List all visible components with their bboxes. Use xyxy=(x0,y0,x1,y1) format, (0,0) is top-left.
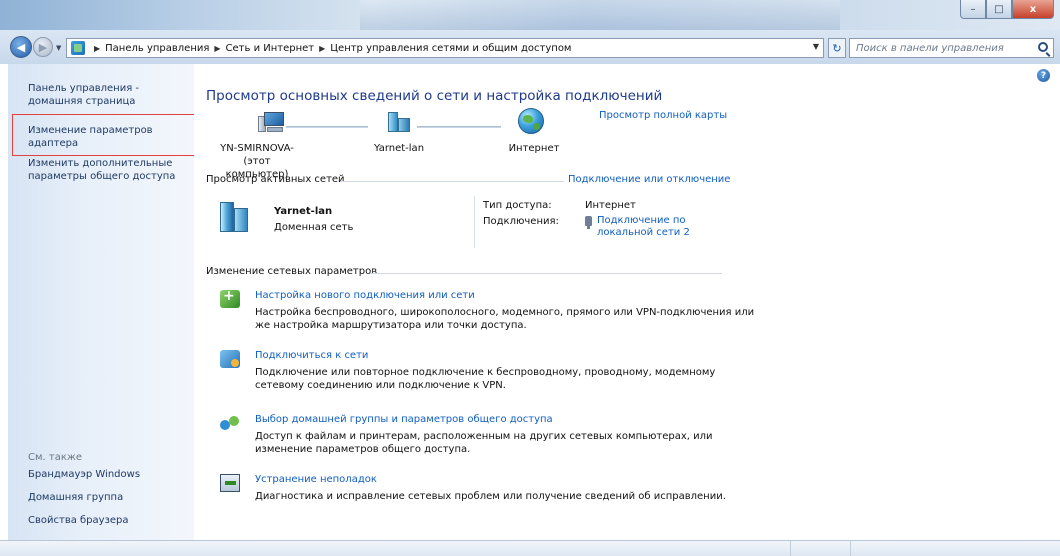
new-connection-icon xyxy=(220,288,240,308)
back-button[interactable]: ◀ xyxy=(10,36,32,58)
address-dropdown-icon[interactable]: ▼ xyxy=(813,42,819,51)
access-type-value: Интернет xyxy=(585,200,636,211)
network-plug-icon xyxy=(585,216,592,229)
refresh-button[interactable]: ↻ xyxy=(828,38,846,58)
sidebar-link-home[interactable]: Панель управления - домашняя страница xyxy=(28,82,188,108)
search-placeholder: Поиск в панели управления xyxy=(856,42,1004,54)
connect-network-link[interactable]: Подключиться к сети xyxy=(255,350,368,361)
local-connection-text[interactable]: Подключение по локальной сети 2 xyxy=(597,215,690,238)
control-panel-icon xyxy=(71,41,85,55)
connect-disconnect-link[interactable]: Подключение или отключение xyxy=(568,174,730,185)
chevron-right-icon[interactable]: ▶ xyxy=(94,44,100,53)
breadcrumb-control-panel[interactable]: Панель управления xyxy=(105,43,209,54)
full-map-link[interactable]: Просмотр полной карты xyxy=(599,110,727,121)
sidebar-link-advanced-sharing[interactable]: Изменить дополнительные параметры общего… xyxy=(28,157,188,183)
troubleshoot-link[interactable]: Устранение неполадок xyxy=(255,474,377,485)
search-input[interactable]: Поиск в панели управления xyxy=(849,38,1054,58)
sidebar: Панель управления - домашняя страница Из… xyxy=(8,64,196,540)
forward-button[interactable]: ▶ xyxy=(33,37,53,57)
map-connector xyxy=(286,126,368,128)
close-button[interactable]: x xyxy=(1012,0,1054,19)
troubleshoot-icon xyxy=(220,474,240,492)
vertical-divider xyxy=(474,196,475,248)
breadcrumb-network-center[interactable]: Центр управления сетями и общим доступом xyxy=(330,43,571,54)
status-separator xyxy=(850,541,851,556)
address-bar[interactable]: ▶ Панель управления ▶ Сеть и Интернет ▶ … xyxy=(66,38,824,58)
network-type-link[interactable]: Доменная сеть xyxy=(274,222,353,233)
connect-network-icon xyxy=(220,350,240,368)
access-type-label: Тип доступа: xyxy=(483,200,552,211)
section-divider xyxy=(370,273,722,274)
sidebar-link-adapter-settings[interactable]: Изменение параметров адаптера xyxy=(28,124,188,150)
local-connection-link[interactable]: Подключение по локальной сети 2 xyxy=(585,215,695,239)
main-content: ? Просмотр основных сведений о сети и на… xyxy=(194,64,1054,540)
window-controls: – □ x xyxy=(960,0,1054,20)
minimize-button[interactable]: – xyxy=(960,0,986,19)
history-dropdown-icon[interactable]: ▼ xyxy=(56,44,61,52)
troubleshoot-description: Диагностика и исправление сетевых пробле… xyxy=(255,491,726,502)
status-bar xyxy=(0,540,1060,556)
homegroup-link[interactable]: Выбор домашней группы и параметров общег… xyxy=(255,414,553,425)
network-name: Yarnet-lan xyxy=(274,206,333,217)
map-connector xyxy=(417,126,501,128)
search-icon[interactable] xyxy=(1038,42,1048,52)
new-connection-link[interactable]: Настройка нового подключения или сети xyxy=(255,290,475,301)
internet-globe-icon[interactable] xyxy=(518,108,544,134)
change-settings-heading: Изменение сетевых параметров xyxy=(206,266,378,277)
page-title: Просмотр основных сведений о сети и наст… xyxy=(206,88,663,104)
title-bar-glass xyxy=(360,0,840,30)
computer-name: YN-SMIRNOVA- xyxy=(220,143,294,154)
connect-network-description: Подключение или повторное подключение к … xyxy=(255,367,716,391)
sidebar-link-homegroup[interactable]: Домашняя группа xyxy=(28,491,188,504)
help-icon[interactable]: ? xyxy=(1037,69,1050,82)
computer-icon[interactable] xyxy=(258,110,286,134)
new-connection-description: Настройка беспроводного, широкополосного… xyxy=(255,307,755,331)
map-node-internet: Интернет xyxy=(508,143,560,154)
connections-label: Подключения: xyxy=(483,216,559,227)
sidebar-link-browser-properties[interactable]: Свойства браузера xyxy=(28,514,188,527)
navigation-bar: ◀ ▶ ▼ ▶ Панель управления ▶ Сеть и Интер… xyxy=(0,30,1060,64)
maximize-button[interactable]: □ xyxy=(986,0,1012,19)
chevron-right-icon[interactable]: ▶ xyxy=(319,44,325,53)
homegroup-description: Доступ к файлам и принтерам, расположенн… xyxy=(255,431,713,455)
homegroup-icon xyxy=(220,414,240,432)
network-server-icon[interactable] xyxy=(220,200,250,234)
sidebar-link-firewall[interactable]: Брандмауэр Windows xyxy=(28,468,188,481)
section-divider xyxy=(340,181,564,182)
map-node-lan: Yarnet-lan xyxy=(373,143,425,154)
breadcrumb-network-internet[interactable]: Сеть и Интернет xyxy=(226,43,315,54)
status-separator xyxy=(790,541,791,556)
see-also-heading: См. также xyxy=(28,452,83,463)
chevron-right-icon[interactable]: ▶ xyxy=(214,44,220,53)
active-networks-heading: Просмотр активных сетей xyxy=(206,174,345,185)
domain-network-icon[interactable] xyxy=(386,112,412,134)
title-bar: – □ x xyxy=(0,0,1060,30)
